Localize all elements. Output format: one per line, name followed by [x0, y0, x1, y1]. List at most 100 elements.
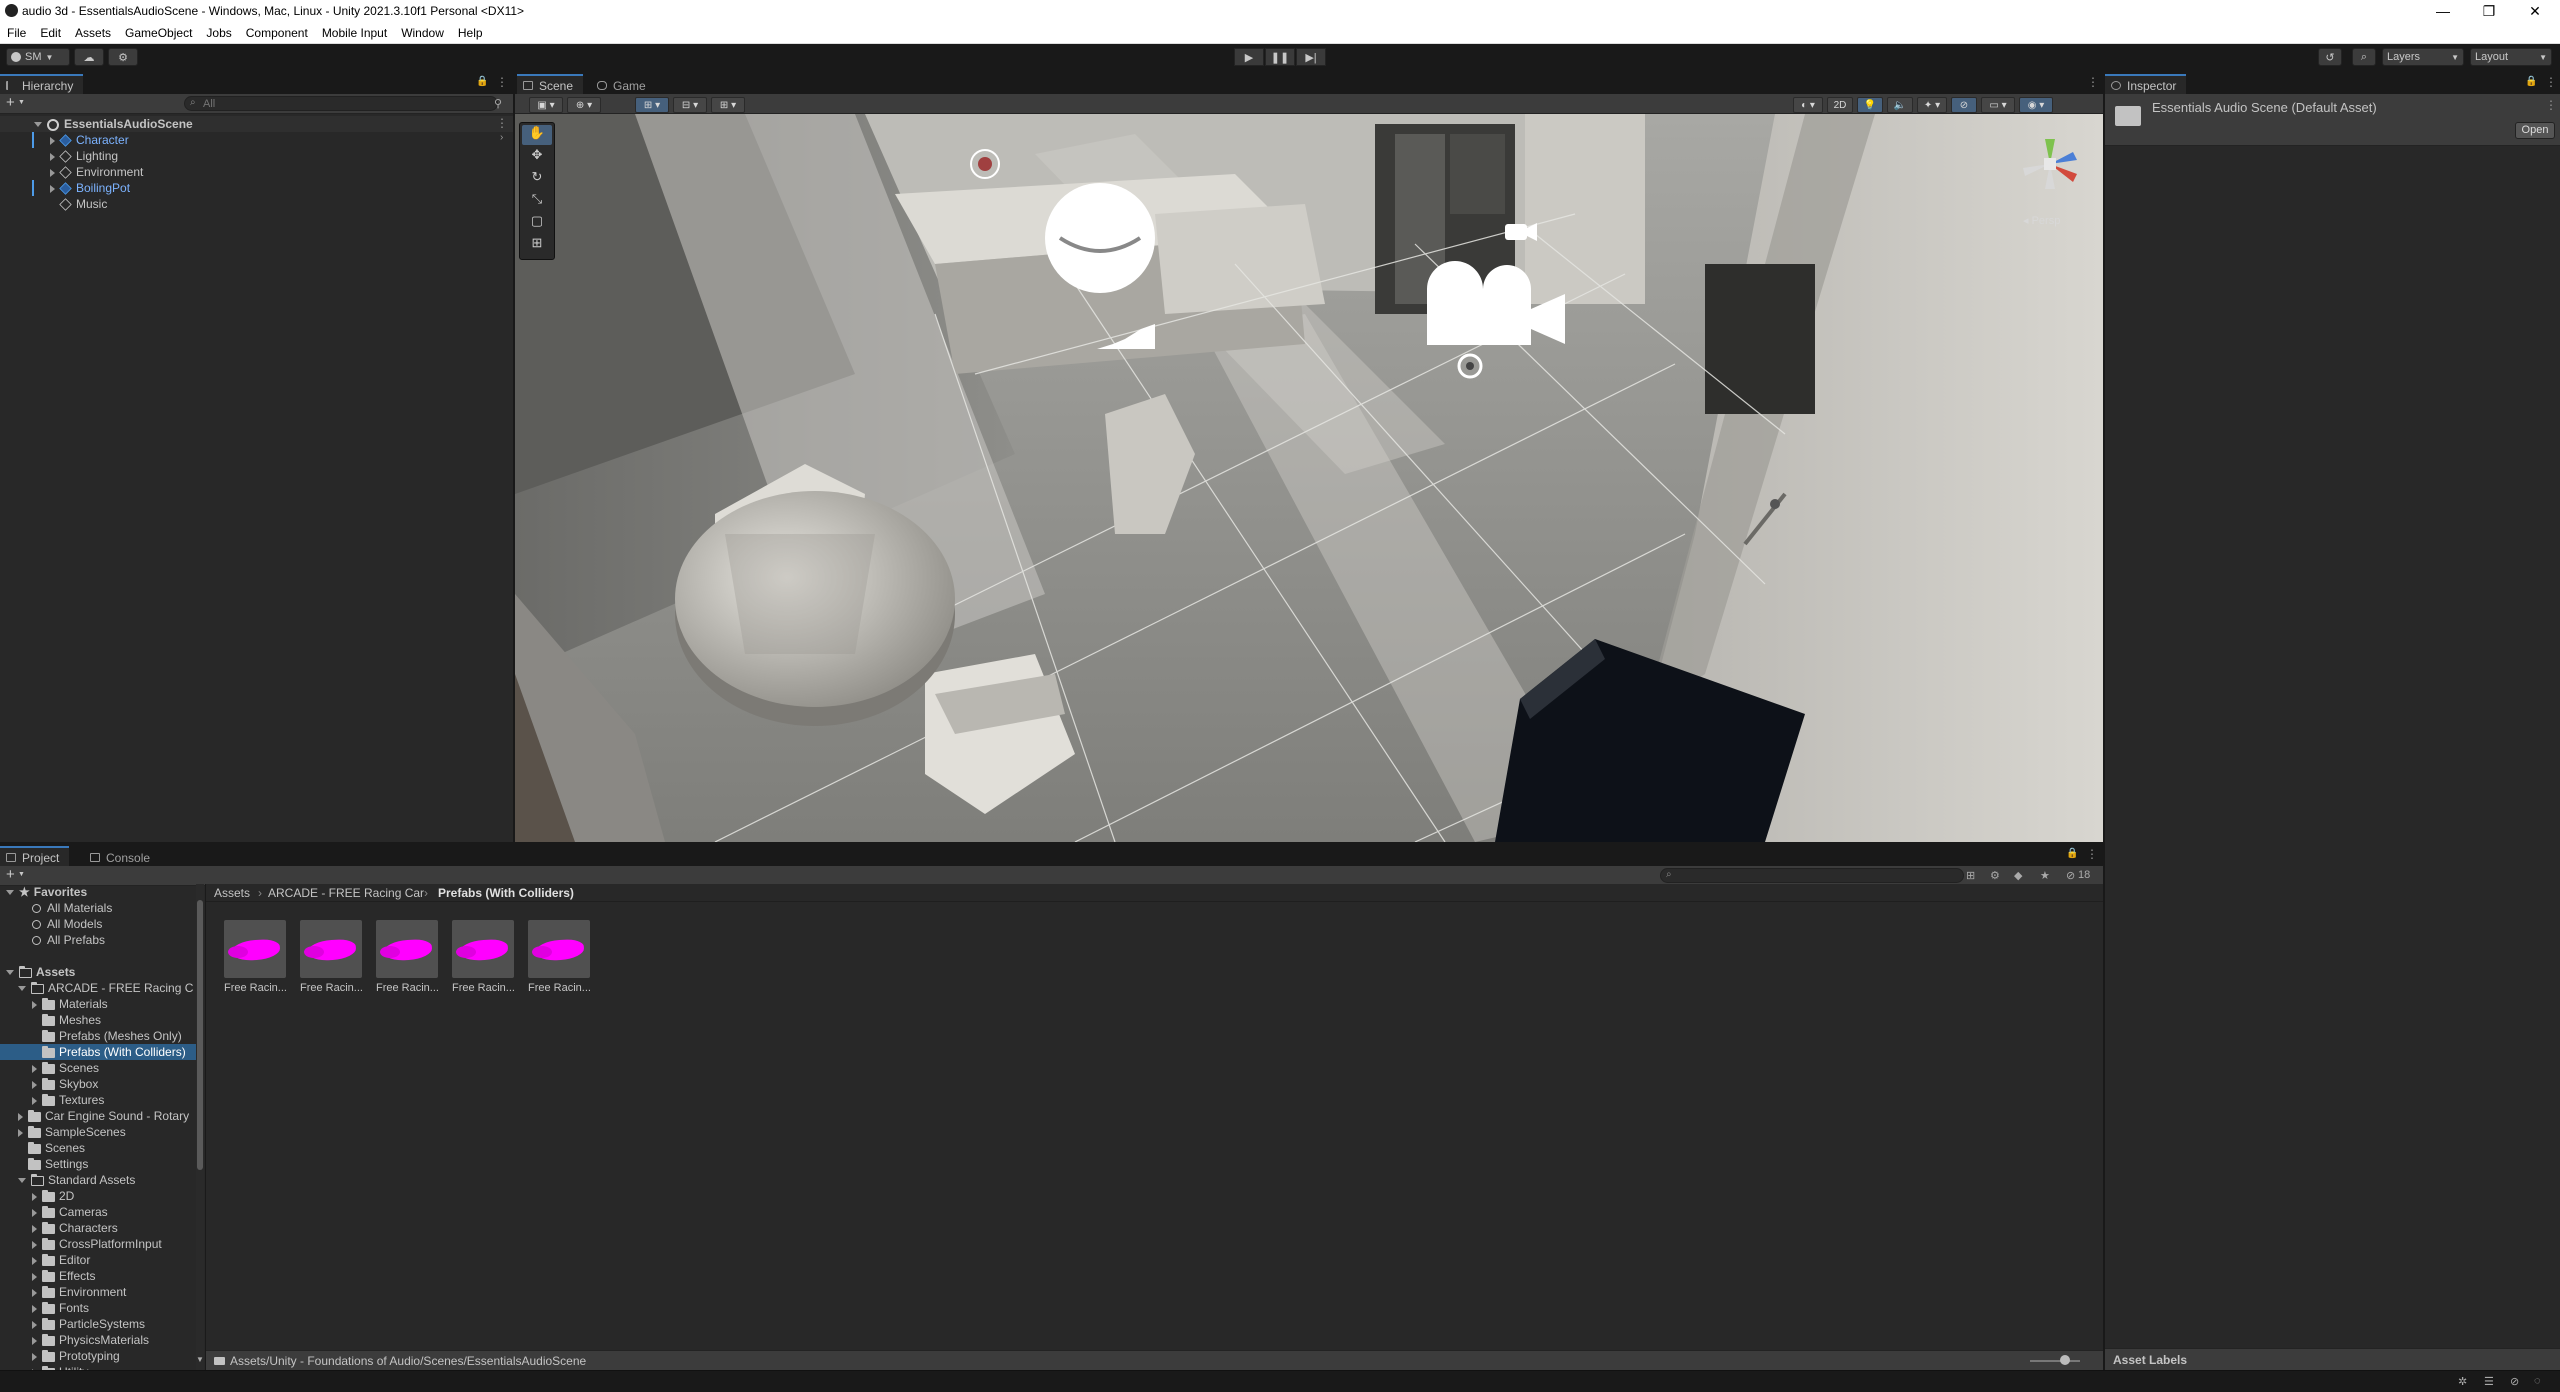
breadcrumb-arcade[interactable]: ARCADE - FREE Racing Car: [268, 886, 424, 900]
project-tree-item[interactable]: Standard Assets: [0, 1172, 196, 1188]
menu-component[interactable]: Component: [239, 26, 315, 40]
minimize-button[interactable]: —: [2420, 0, 2466, 22]
tab-hierarchy[interactable]: Hierarchy: [0, 74, 84, 94]
lighting-toggle-icon[interactable]: 💡: [1857, 97, 1883, 113]
progress-icon[interactable]: ◌: [2534, 1375, 2541, 1387]
tab-scene[interactable]: Scene: [517, 74, 584, 94]
project-tree-item[interactable]: CrossPlatformInput: [0, 1236, 196, 1252]
gizmos-dropdown[interactable]: ◉ ▾: [2019, 97, 2053, 113]
hidden-objects-icon[interactable]: ⊘: [1951, 97, 1977, 113]
project-tree-item[interactable]: ParticleSystems: [0, 1316, 196, 1332]
draw-mode-dropdown[interactable]: ▣ ▾: [529, 97, 563, 113]
project-tree-item[interactable]: Characters: [0, 1220, 196, 1236]
effects-dropdown[interactable]: ✦ ▾: [1917, 97, 1947, 113]
lock-icon[interactable]: 🔒: [476, 76, 488, 87]
expand-arrow-icon[interactable]: [50, 184, 55, 193]
tab-game[interactable]: Game: [591, 74, 656, 94]
asset-tile[interactable]: Free Racin...: [300, 920, 362, 998]
lock-icon[interactable]: 🔒: [2066, 848, 2078, 859]
hidden-packages-icon[interactable]: ⊘: [2066, 869, 2075, 882]
project-search-input[interactable]: [1660, 868, 1964, 883]
expand-arrow-icon[interactable]: [50, 168, 55, 177]
tree-scrollbar[interactable]: [196, 884, 204, 1370]
asset-tile[interactable]: Free Racin...: [376, 920, 438, 998]
expand-arrow-icon[interactable]: [32, 1256, 37, 1265]
lock-icon[interactable]: 🔒: [2525, 76, 2537, 87]
pause-button[interactable]: ❚❚: [1265, 48, 1295, 66]
expand-arrow-icon[interactable]: [32, 1000, 37, 1009]
favorite-all-models[interactable]: All Models: [32, 916, 102, 932]
chevron-right-icon[interactable]: ›: [500, 132, 503, 143]
orientation-gizmo-icon[interactable]: [2015, 134, 2085, 224]
expand-arrow-icon[interactable]: [18, 1178, 26, 1184]
tree-scrollbar-thumb[interactable]: [197, 900, 203, 1170]
project-tree-item[interactable]: Prototyping: [0, 1348, 196, 1364]
expand-arrow-icon[interactable]: [32, 1080, 37, 1089]
hierarchy-search-input[interactable]: [184, 96, 498, 111]
chevron-down-icon[interactable]: ▼: [18, 99, 25, 106]
project-tree-item[interactable]: SampleScenes: [0, 1124, 196, 1140]
play-button[interactable]: ▶: [1234, 48, 1264, 66]
assets-root[interactable]: Assets: [6, 964, 75, 980]
project-tree-item[interactable]: Car Engine Sound - Rotary: [0, 1108, 196, 1124]
account-dropdown[interactable]: SM ▼: [6, 48, 70, 66]
menu-help[interactable]: Help: [451, 26, 490, 40]
expand-arrow-icon[interactable]: [32, 1352, 37, 1361]
project-tree-item[interactable]: Fonts: [0, 1300, 196, 1316]
expand-arrow-icon[interactable]: [32, 1208, 37, 1217]
expand-arrow-icon[interactable]: [18, 1112, 23, 1121]
filter-icon[interactable]: ⚲: [494, 97, 502, 110]
maximize-button[interactable]: ❐: [2466, 0, 2512, 22]
project-tree-item[interactable]: PhysicsMaterials: [0, 1332, 196, 1348]
expand-arrow-icon[interactable]: [32, 1224, 37, 1233]
favorite-star-icon[interactable]: ★: [2040, 869, 2050, 882]
hand-tool-icon[interactable]: ✋: [522, 125, 552, 145]
expand-arrow-icon[interactable]: [18, 1128, 23, 1137]
hierarchy-item-lighting[interactable]: Lighting: [50, 148, 118, 164]
increment-snap-dropdown[interactable]: ⊟ ▾: [673, 97, 707, 113]
filter-by-type-icon[interactable]: ⚙: [1990, 869, 2000, 882]
hierarchy-item-environment[interactable]: Environment: [50, 164, 143, 180]
expand-arrow-icon[interactable]: [50, 136, 55, 145]
toggle-2d-button[interactable]: 2D: [1827, 97, 1853, 113]
orientation-dropdown[interactable]: ◐ ▾: [1793, 97, 1823, 113]
expand-arrow-icon[interactable]: [32, 1272, 37, 1281]
tab-console[interactable]: Console: [84, 846, 161, 866]
zoom-slider-handle[interactable]: [2060, 1355, 2070, 1365]
project-tree-item[interactable]: Cameras: [0, 1204, 196, 1220]
project-tree-item[interactable]: 2D: [0, 1188, 196, 1204]
expand-arrow-icon[interactable]: [32, 1304, 37, 1313]
tab-project[interactable]: Project: [0, 846, 70, 866]
layers-dropdown[interactable]: Layers ▼: [2382, 48, 2464, 66]
grid-plane-dropdown[interactable]: ⊞ ▾: [711, 97, 745, 113]
expand-arrow-icon[interactable]: [50, 152, 55, 161]
rotate-tool-icon[interactable]: ↻: [522, 169, 552, 189]
expand-arrow-icon[interactable]: [32, 1096, 37, 1105]
project-tree-item[interactable]: Scenes: [0, 1140, 196, 1156]
menu-edit[interactable]: Edit: [33, 26, 68, 40]
add-icon[interactable]: +: [6, 866, 15, 883]
asset-tile[interactable]: Free Racin...: [452, 920, 514, 998]
project-tree-item[interactable]: Effects: [0, 1268, 196, 1284]
projection-label[interactable]: ◂ Persp: [2023, 214, 2060, 227]
global-local-dropdown[interactable]: ⊕ ▾: [567, 97, 601, 113]
hierarchy-item-character[interactable]: Character: [50, 132, 129, 148]
collab-icon[interactable]: ⚙: [108, 48, 138, 66]
kebab-menu-icon[interactable]: ⋮: [2545, 98, 2557, 112]
history-icon[interactable]: ↺: [2318, 48, 2342, 66]
project-tree-item[interactable]: ARCADE - FREE Racing C: [0, 980, 196, 996]
tab-inspector[interactable]: Inspector: [2105, 74, 2187, 94]
favorites-header[interactable]: ★ Favorites: [6, 884, 87, 900]
rect-tool-icon[interactable]: ▢: [522, 213, 552, 233]
expand-arrow-icon[interactable]: [18, 986, 26, 992]
menu-gameobject[interactable]: GameObject: [118, 26, 199, 40]
project-tree-item[interactable]: Editor: [0, 1252, 196, 1268]
scale-tool-icon[interactable]: ⤡: [522, 191, 552, 211]
scroll-down-arrow-icon[interactable]: ▼: [196, 1350, 206, 1370]
project-tree-item[interactable]: Textures: [0, 1092, 196, 1108]
transform-tool-icon[interactable]: ⊞: [522, 235, 552, 255]
layout-dropdown[interactable]: Layout ▼: [2470, 48, 2552, 66]
expand-arrow-icon[interactable]: [32, 1192, 37, 1201]
step-button[interactable]: ▶|: [1296, 48, 1326, 66]
breadcrumb-current[interactable]: Prefabs (With Colliders): [438, 886, 574, 900]
